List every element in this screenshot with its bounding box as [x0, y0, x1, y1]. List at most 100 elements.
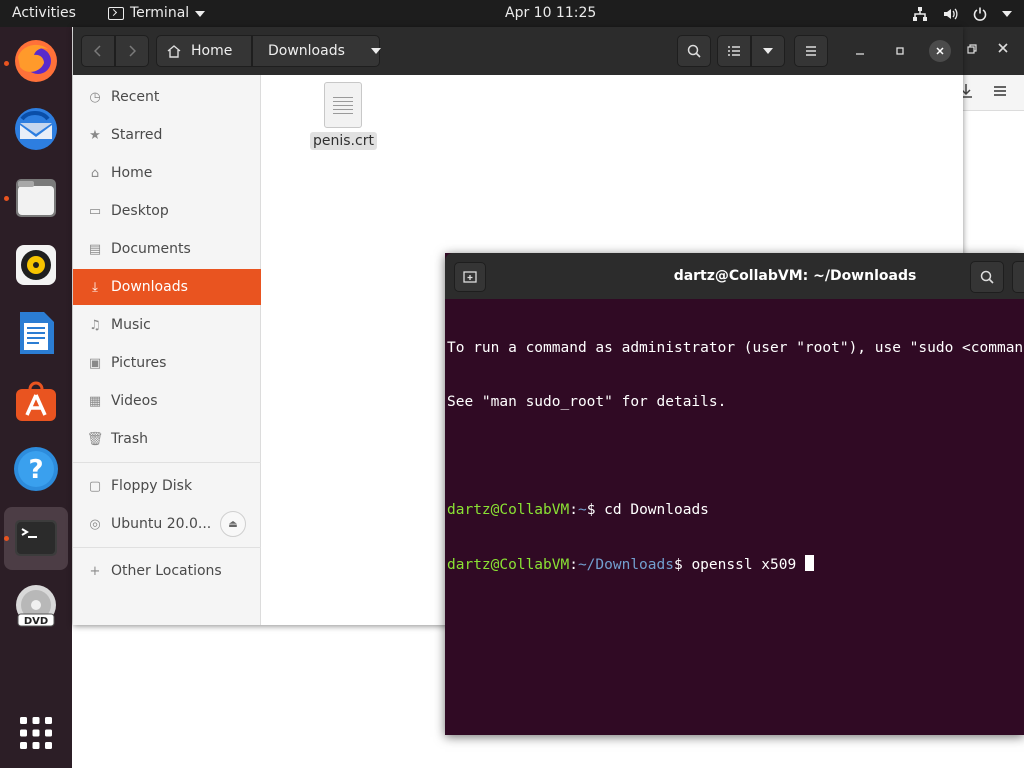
hamburger-menu-icon[interactable]: [993, 85, 1007, 97]
thunderbird-icon[interactable]: [12, 105, 60, 153]
forward-button[interactable]: [115, 35, 149, 67]
dvd-icon[interactable]: DVD: [12, 583, 60, 631]
minimize-button[interactable]: [849, 40, 871, 62]
breadcrumb-current[interactable]: Downloads: [252, 35, 381, 67]
eject-button[interactable]: ⏏: [220, 511, 246, 537]
plus-icon: +: [89, 563, 101, 579]
close-icon: [936, 47, 944, 55]
minimize-icon: [856, 53, 864, 55]
sidebar-item-label: Floppy Disk: [111, 478, 193, 494]
close-icon[interactable]: [997, 42, 1009, 54]
activities-button[interactable]: Activities: [12, 0, 76, 27]
view-options-button[interactable]: [751, 35, 785, 67]
app-menu-label: Terminal: [130, 5, 190, 21]
sidebar-item-label: Desktop: [111, 203, 169, 219]
terminal-search-button[interactable]: [970, 261, 1004, 293]
sidebar-item-label: Other Locations: [111, 563, 222, 579]
terminal-line: To run a command as administrator (user …: [447, 340, 1024, 356]
sidebar-item-music[interactable]: ♫ Music: [73, 307, 261, 343]
rhythmbox-icon[interactable]: [12, 241, 60, 289]
sidebar-item-desktop[interactable]: ▭ Desktop: [73, 193, 261, 229]
breadcrumb-home[interactable]: Home: [156, 35, 252, 67]
terminal-prompt-line: dartz@CollabVM:~$ cd Downloads: [447, 501, 1024, 519]
background-window-header: [963, 27, 1024, 75]
sidebar-item-home[interactable]: ⌂ Home: [73, 155, 261, 191]
command-text: openssl x509: [691, 557, 805, 573]
sidebar-item-other-locations[interactable]: + Other Locations: [73, 553, 261, 589]
help-icon[interactable]: ?: [12, 445, 60, 493]
sidebar-item-documents[interactable]: ▤ Documents: [73, 231, 261, 267]
system-tray[interactable]: [912, 0, 1012, 27]
sidebar-item-label: Home: [111, 165, 153, 181]
app-grid-icon[interactable]: [12, 709, 60, 757]
svg-text:DVD: DVD: [24, 616, 48, 627]
sidebar-item-starred[interactable]: ★ Starred: [73, 117, 261, 153]
files-icon[interactable]: [12, 173, 60, 221]
running-indicator: [4, 536, 9, 541]
terminal-line: See "man sudo_root" for details.: [447, 394, 727, 410]
breadcrumb-current-label: Downloads: [268, 43, 345, 59]
sidebar-item-label: Videos: [111, 393, 158, 409]
sidebar-item-label: Documents: [111, 241, 191, 257]
network-icon: [913, 6, 927, 21]
sidebar-item-recent[interactable]: ◷ Recent: [73, 79, 261, 115]
terminal-app-icon[interactable]: [12, 514, 60, 562]
menu-button[interactable]: [794, 35, 828, 67]
restore-icon[interactable]: [967, 44, 977, 54]
volume-icon: [944, 8, 958, 19]
sidebar-item-downloads[interactable]: ⤓ Downloads: [73, 269, 261, 305]
sidebar-item-label: Recent: [111, 89, 160, 105]
breadcrumb-home-label: Home: [191, 43, 233, 59]
maximize-button[interactable]: [889, 40, 911, 62]
sidebar-divider: [73, 462, 261, 463]
search-icon: [980, 270, 994, 284]
document-icon: ▤: [88, 241, 102, 257]
top-bar: Activities Terminal Apr 10 11:25: [0, 0, 1024, 27]
clock[interactable]: Apr 10 11:25: [505, 0, 596, 27]
prompt-separator: :: [569, 557, 578, 573]
sidebar-divider: [73, 547, 261, 548]
running-indicator: [4, 61, 9, 66]
close-button[interactable]: [929, 40, 951, 62]
home-icon: ⌂: [90, 165, 100, 181]
chevron-left-icon: [94, 45, 101, 57]
prompt-dollar: $: [673, 557, 692, 573]
terminal-title: dartz@CollabVM: ~/Downloads: [673, 268, 917, 284]
dock: ? DVD: [0, 27, 72, 768]
trash-icon: 🗑: [86, 431, 104, 447]
music-icon: ♫: [89, 317, 101, 333]
sidebar-item-label: Downloads: [111, 279, 188, 295]
chevron-down-icon: [763, 48, 773, 54]
chevron-down-icon: [1002, 10, 1012, 17]
firefox-icon[interactable]: [12, 37, 60, 85]
eject-icon: ⏏: [228, 518, 238, 530]
terminal-menu-button[interactable]: [1012, 261, 1024, 293]
sidebar-item-label: Starred: [111, 127, 163, 143]
list-view-button[interactable]: [717, 35, 751, 67]
sidebar-item-pictures[interactable]: ▣ Pictures: [73, 345, 261, 381]
power-icon: [973, 7, 987, 21]
back-button[interactable]: [81, 35, 115, 67]
star-icon: ★: [89, 127, 101, 143]
terminal-window[interactable]: dartz@CollabVM: ~/Downloads To run a com…: [445, 253, 1024, 735]
libreoffice-writer-icon[interactable]: [12, 309, 60, 357]
chevron-down-icon: [370, 48, 381, 54]
file-item[interactable]: penis.crt: [310, 82, 377, 150]
sidebar-item-label: Ubuntu 20.0...: [111, 516, 212, 532]
terminal-output[interactable]: To run a command as administrator (user …: [447, 303, 1024, 733]
sidebar-item-floppy-disk[interactable]: ▢ Floppy Disk: [73, 468, 261, 504]
sidebar-item-label: Music: [111, 317, 151, 333]
search-button[interactable]: [677, 35, 711, 67]
files-sidebar: ◷ Recent ★ Starred ⌂ Home ▭ Desktop ▤ Do…: [73, 75, 261, 625]
terminal-icon: [108, 7, 124, 20]
disc-icon: ◎: [89, 516, 101, 532]
ubuntu-software-icon[interactable]: [12, 377, 60, 425]
prompt-user: dartz@CollabVM: [447, 557, 570, 573]
prompt-dollar: $: [586, 502, 605, 518]
chevron-right-icon: [129, 45, 136, 57]
sidebar-item-trash[interactable]: 🗑 Trash: [73, 421, 261, 457]
prompt-path: ~: [577, 502, 587, 518]
sidebar-item-videos[interactable]: ▦ Videos: [73, 383, 261, 419]
app-menu[interactable]: Terminal: [108, 0, 206, 27]
